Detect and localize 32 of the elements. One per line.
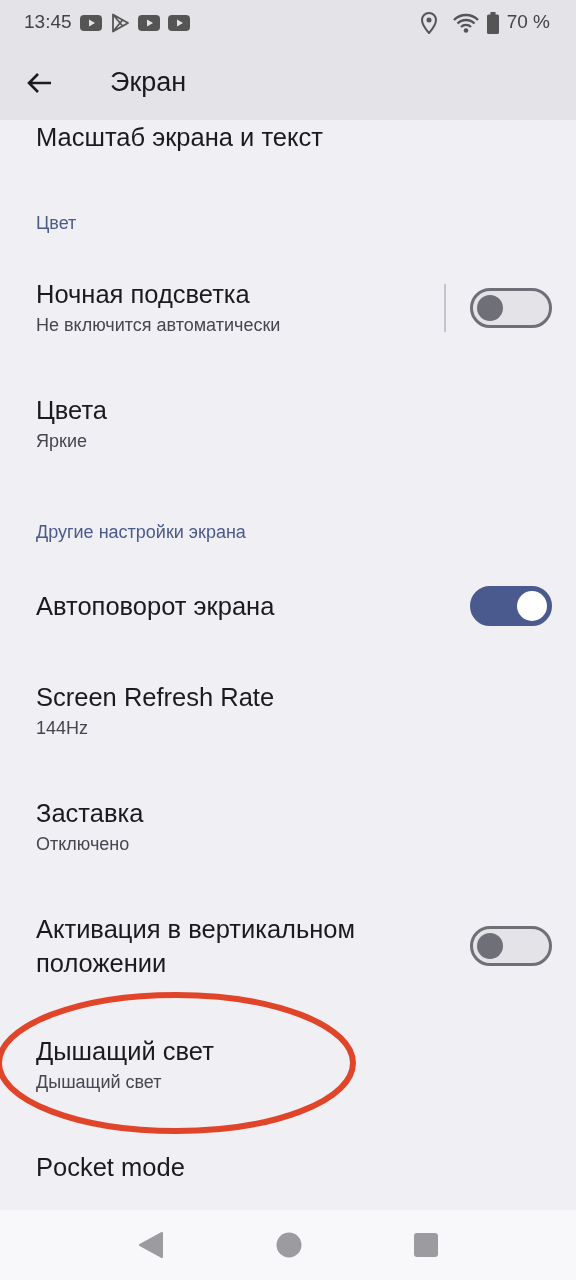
battery-icon: [486, 11, 499, 34]
setting-summary: Дышащий свет: [36, 1071, 163, 1094]
location-icon: [420, 11, 437, 34]
setting-title[interactable]: Дышащий свет: [36, 1034, 552, 1068]
status-time: 13:45: [24, 10, 72, 35]
setting-title[interactable]: Масштаб экрана и текст: [36, 120, 552, 154]
video-play-icon: [167, 14, 190, 31]
back-icon[interactable]: [138, 1231, 164, 1259]
setting-summary: Яркие: [36, 430, 88, 453]
video-play-icon: [79, 14, 102, 31]
setting-title[interactable]: Активация в вертикальном положении: [36, 912, 456, 980]
setting-title[interactable]: Автоповорот экрана: [36, 589, 456, 623]
back-arrow-icon[interactable]: [26, 71, 52, 94]
home-icon[interactable]: [276, 1232, 302, 1258]
setting-title[interactable]: Screen Refresh Rate: [36, 680, 552, 714]
setting-title[interactable]: Цвета: [36, 393, 552, 427]
screen-title: Экран: [110, 66, 187, 100]
toggle-switch[interactable]: [470, 926, 552, 966]
battery-level: 70 %: [506, 10, 550, 35]
setting-title[interactable]: Заставка: [36, 796, 552, 830]
toggle-switch[interactable]: [470, 288, 552, 328]
setting-summary: Не включится автоматически: [36, 314, 282, 337]
play-triangle-icon: [109, 12, 130, 33]
toggle-switch[interactable]: [470, 586, 552, 626]
wifi-icon: [452, 12, 479, 33]
section-header: Другие настройки экрана: [36, 522, 246, 542]
setting-summary: 144Hz: [36, 717, 90, 740]
setting-title[interactable]: Ночная подсветка: [36, 277, 444, 311]
setting-summary: Отключено: [36, 833, 131, 856]
section-header: Цвет: [36, 213, 77, 233]
video-play-icon: [137, 14, 160, 31]
setting-title[interactable]: Pocket mode: [36, 1150, 552, 1184]
